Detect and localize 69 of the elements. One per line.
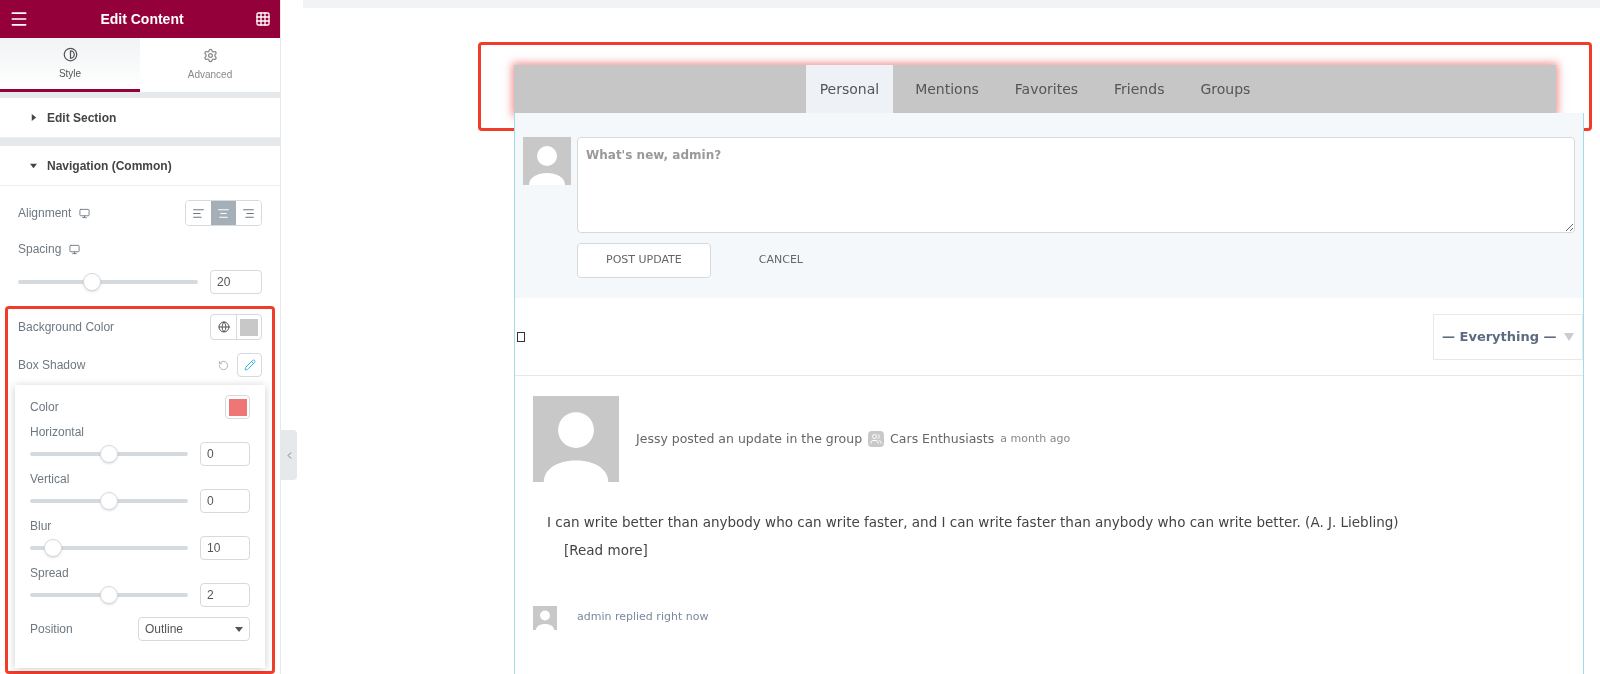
slider-thumb[interactable] bbox=[82, 273, 101, 291]
slider-thumb[interactable] bbox=[100, 586, 118, 604]
control-label: Background Color bbox=[18, 319, 115, 336]
monitor-icon bbox=[69, 243, 81, 255]
caret-down-icon bbox=[235, 626, 243, 632]
group-link[interactable]: Cars Enthusiasts bbox=[890, 429, 995, 449]
number-input[interactable]: 20 bbox=[210, 270, 262, 294]
grid-icon[interactable] bbox=[255, 11, 271, 27]
filter-select[interactable]: — Everything — bbox=[1433, 313, 1583, 360]
collapse-handle[interactable] bbox=[281, 430, 297, 480]
color-swatch[interactable] bbox=[240, 318, 258, 336]
control-label: Spacing bbox=[18, 241, 62, 258]
slider[interactable] bbox=[30, 492, 188, 510]
caret-icon bbox=[30, 162, 37, 169]
avatar-icon bbox=[523, 137, 571, 185]
post-button[interactable]: POST UPDATE bbox=[577, 243, 711, 278]
reply-text: admin replied right now bbox=[577, 609, 709, 626]
caret-down-icon bbox=[1564, 332, 1574, 341]
align-left-icon bbox=[192, 206, 205, 220]
control-label: Color bbox=[30, 399, 59, 416]
checkbox[interactable] bbox=[517, 331, 525, 342]
alignment-option[interactable] bbox=[211, 201, 236, 225]
control-label: Position bbox=[30, 621, 73, 638]
slider[interactable] bbox=[30, 539, 188, 557]
slider[interactable] bbox=[30, 445, 188, 463]
edit-button[interactable] bbox=[237, 353, 262, 377]
slider-thumb[interactable] bbox=[44, 539, 62, 557]
number-input[interactable]: 10 bbox=[200, 536, 250, 560]
align-right-icon bbox=[242, 206, 255, 220]
reset-icon[interactable] bbox=[218, 359, 229, 371]
activity-time: a month ago bbox=[1000, 430, 1071, 447]
slider-thumb[interactable] bbox=[100, 445, 118, 463]
control-label: Vertical bbox=[30, 471, 71, 488]
monitor-icon bbox=[79, 207, 91, 219]
avatar-icon bbox=[533, 605, 557, 630]
slider-thumb[interactable] bbox=[100, 492, 118, 510]
read-more-link[interactable]: [Read more] bbox=[564, 540, 648, 561]
post-textarea[interactable]: What's new, admin? bbox=[577, 137, 1575, 233]
caret-icon bbox=[30, 114, 37, 121]
activity-content: I can write better than anybody who can write faster, and I can write faster than anybody who can write better. (A. J. Liebling) bbox=[546, 513, 1400, 532]
control-label: Blur bbox=[30, 518, 53, 535]
cancel-button[interactable]: CANCEL bbox=[730, 243, 831, 278]
control-label: Alignment bbox=[18, 205, 72, 222]
nav-tab[interactable]: Personal bbox=[805, 65, 894, 114]
panel-title: Edit Content bbox=[100, 9, 184, 29]
menu-icon[interactable] bbox=[9, 9, 29, 29]
control-label: Horizontal bbox=[30, 424, 86, 441]
pencil-icon bbox=[243, 359, 256, 371]
color-swatch[interactable] bbox=[228, 398, 247, 416]
slider[interactable] bbox=[18, 273, 198, 291]
gear-icon bbox=[202, 48, 218, 63]
control-label: Box Shadow bbox=[18, 357, 86, 374]
nav-tab[interactable]: Favorites bbox=[1000, 65, 1093, 114]
number-input[interactable]: 2 bbox=[200, 583, 250, 607]
contrast-icon bbox=[62, 46, 78, 62]
nav-tab[interactable]: Friends bbox=[1100, 65, 1179, 114]
group-icon bbox=[868, 431, 885, 447]
control-label: Spread bbox=[30, 565, 70, 582]
align-center-icon bbox=[217, 206, 230, 220]
panel-tab[interactable]: Style bbox=[0, 38, 140, 92]
position-select[interactable]: Outline bbox=[138, 617, 250, 641]
globe-icon[interactable] bbox=[217, 321, 230, 333]
activity-action: Jessy posted an update in the group bbox=[636, 429, 863, 448]
number-input[interactable]: 0 bbox=[200, 489, 250, 513]
nav-tab[interactable]: Mentions bbox=[901, 65, 993, 114]
nav-tab[interactable]: Groups bbox=[1186, 65, 1265, 114]
avatar-icon bbox=[533, 396, 619, 482]
number-input[interactable]: 0 bbox=[200, 442, 250, 466]
slider[interactable] bbox=[30, 586, 188, 604]
